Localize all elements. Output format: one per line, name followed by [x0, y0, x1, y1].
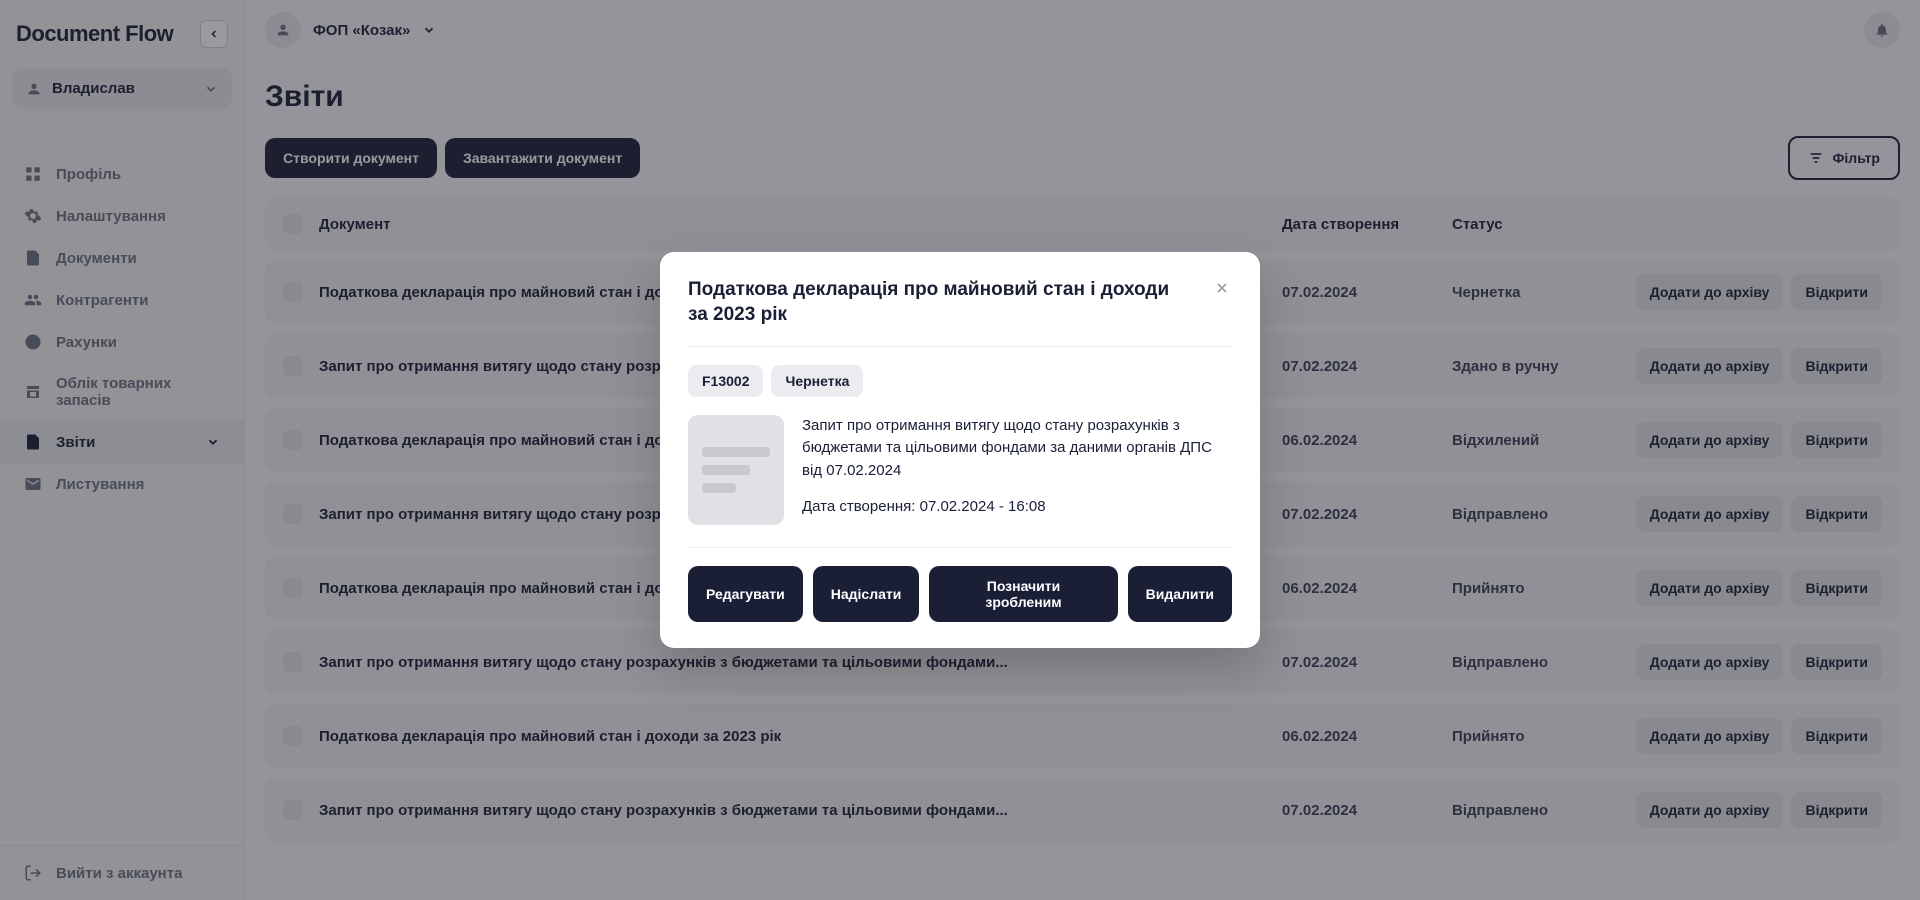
modal-title: Податкова декларація про майновий стан і…	[688, 278, 1192, 327]
modal-created: Дата створення: 07.02.2024 - 16:08	[802, 496, 1232, 519]
modal-delete-button[interactable]: Видалити	[1128, 566, 1232, 622]
document-thumbnail	[688, 415, 784, 525]
modal-code-tag: F13002	[688, 365, 763, 397]
close-icon	[1214, 280, 1230, 296]
modal-status-tag: Чернетка	[771, 365, 863, 397]
modal-description: Запит про отримання витягу щодо стану ро…	[802, 415, 1232, 483]
document-modal: Податкова декларація про майновий стан і…	[660, 252, 1260, 647]
modal-close-button[interactable]	[1212, 278, 1232, 298]
modal-send-button[interactable]: Надіслати	[813, 566, 920, 622]
modal-edit-button[interactable]: Редагувати	[688, 566, 803, 622]
modal-overlay[interactable]: Податкова декларація про майновий стан і…	[0, 0, 1920, 900]
modal-mark-done-button[interactable]: Позначити зробленим	[929, 566, 1117, 622]
